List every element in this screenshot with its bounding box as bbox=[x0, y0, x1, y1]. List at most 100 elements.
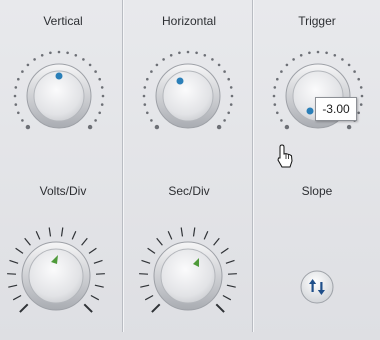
dial-dot bbox=[230, 94, 234, 98]
dial-dot bbox=[33, 58, 36, 61]
dial-tick bbox=[88, 247, 97, 254]
dial-dot bbox=[146, 77, 149, 81]
dial-dot bbox=[359, 86, 363, 89]
dial-dot bbox=[357, 111, 361, 115]
dial-dot bbox=[285, 63, 289, 67]
dial-tick bbox=[180, 227, 184, 237]
dial-tick bbox=[139, 273, 149, 275]
dial-dot bbox=[178, 51, 181, 55]
dial-tick bbox=[9, 259, 19, 264]
dial-dot bbox=[223, 119, 226, 122]
dial-dot bbox=[142, 94, 146, 98]
dial-dot bbox=[227, 77, 230, 81]
dial-dot bbox=[21, 119, 24, 122]
dial-dot bbox=[143, 103, 147, 106]
dial-tick bbox=[151, 303, 161, 313]
dial-dot bbox=[211, 58, 214, 61]
dial-dot bbox=[150, 119, 153, 122]
dial-dot bbox=[272, 94, 276, 98]
dial-dot bbox=[280, 119, 283, 122]
dial-tick bbox=[192, 227, 196, 237]
dial-tick bbox=[220, 247, 229, 254]
dial-dot bbox=[229, 103, 233, 106]
dial-dot bbox=[155, 63, 159, 67]
dial-dot bbox=[94, 70, 97, 73]
horizontal-knob[interactable] bbox=[142, 50, 234, 130]
dial-dot bbox=[88, 63, 92, 67]
dial-dot bbox=[146, 111, 149, 115]
dial-dot bbox=[359, 103, 363, 106]
sec-div-knob[interactable] bbox=[139, 227, 237, 313]
dial-tick bbox=[144, 294, 154, 301]
dial-dot bbox=[17, 77, 20, 81]
dial-dot bbox=[14, 103, 18, 106]
dial-dot bbox=[143, 86, 147, 89]
dial-tick bbox=[156, 237, 163, 246]
dial-tick bbox=[141, 259, 151, 264]
dial-tick bbox=[24, 237, 31, 246]
dial-dot bbox=[154, 124, 160, 130]
volts-div-knob[interactable] bbox=[7, 227, 105, 313]
horizontal-knob-indicator bbox=[176, 77, 184, 85]
dial-dot bbox=[186, 50, 190, 54]
dial-dot bbox=[357, 77, 361, 81]
dial-dot bbox=[347, 63, 351, 67]
dial-dot bbox=[169, 54, 173, 57]
dial-dot bbox=[216, 124, 222, 130]
dial-tick bbox=[8, 284, 18, 288]
dial-dot bbox=[276, 111, 279, 115]
dial-dot bbox=[325, 51, 328, 55]
dial-tick bbox=[226, 284, 236, 288]
dial-dot bbox=[308, 51, 311, 55]
dial-dot bbox=[14, 86, 18, 89]
dial-dot bbox=[292, 58, 295, 61]
dial-dot bbox=[57, 50, 61, 54]
dial-tick bbox=[15, 247, 24, 254]
dial-tick bbox=[71, 230, 77, 240]
dial-dot bbox=[162, 58, 165, 61]
dial-dot bbox=[229, 86, 233, 89]
dial-dot bbox=[25, 124, 31, 130]
dial-dot bbox=[227, 111, 230, 115]
dial-dot bbox=[150, 70, 153, 73]
dial-tick bbox=[203, 230, 209, 240]
dial-dot bbox=[341, 58, 344, 61]
vertical-knob[interactable] bbox=[13, 50, 105, 130]
vertical-knob-indicator bbox=[55, 72, 63, 80]
dial-dot bbox=[353, 70, 356, 73]
dial-dot bbox=[49, 51, 52, 55]
dial-tick bbox=[215, 303, 225, 313]
dial-dot bbox=[26, 63, 30, 67]
dial-dot bbox=[276, 77, 279, 81]
dial-dot bbox=[346, 124, 352, 130]
dial-tick bbox=[48, 227, 52, 237]
dial-dot bbox=[273, 103, 277, 106]
dial-tick bbox=[90, 294, 100, 301]
dial-dot bbox=[195, 51, 198, 55]
dial-dot bbox=[333, 54, 337, 57]
dial-dot bbox=[100, 86, 104, 89]
dial-tick bbox=[147, 247, 156, 254]
dial-dot bbox=[360, 94, 364, 98]
dial-dot bbox=[100, 103, 104, 106]
dial-tick bbox=[12, 294, 22, 301]
dial-dot bbox=[280, 70, 283, 73]
dial-tick bbox=[35, 230, 41, 240]
trigger-value-readout: -3.00 bbox=[315, 97, 357, 121]
dial-dot bbox=[17, 111, 20, 115]
dial-dot bbox=[82, 58, 85, 61]
dial-tick bbox=[81, 237, 88, 246]
dial-dot bbox=[87, 124, 93, 130]
dial-dot bbox=[21, 70, 24, 73]
dial-tick bbox=[213, 237, 220, 246]
dial-tick bbox=[94, 284, 104, 288]
dial-tick bbox=[93, 259, 103, 264]
hand-pointer-icon bbox=[277, 144, 293, 168]
dial-dot bbox=[299, 54, 303, 57]
dial-dot bbox=[284, 124, 290, 130]
slope-toggle-button[interactable] bbox=[300, 270, 334, 304]
dial-tick bbox=[7, 273, 17, 275]
dial-tick bbox=[222, 294, 232, 301]
dial-dot bbox=[74, 54, 78, 57]
dial-dot bbox=[66, 51, 69, 55]
